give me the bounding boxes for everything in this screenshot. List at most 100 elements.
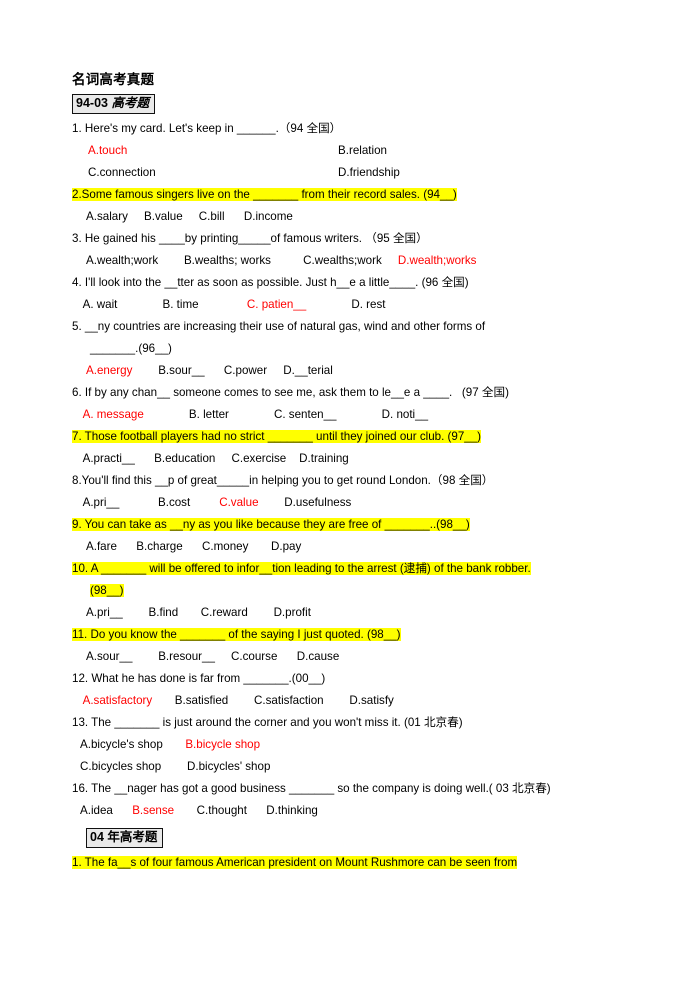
option-q5-d[interactable]: D.__terial <box>283 364 333 377</box>
option-q11-c[interactable]: C.course <box>231 650 277 663</box>
option-q9-b[interactable]: B.charge <box>136 540 182 553</box>
option-q11-d[interactable]: D.cause <box>297 650 340 663</box>
question-stem-q1: 1. Here's my card. Let's keep in ______.… <box>72 122 342 135</box>
option-q1-b[interactable]: B.relation <box>338 144 387 157</box>
option-row-q13-ab: A.bicycle's shop B.bicycle shop <box>72 734 635 756</box>
option-q6-a[interactable]: A. message <box>83 408 144 421</box>
option-q16-c[interactable]: C.thought <box>197 804 247 817</box>
option-q4-b[interactable]: B. time <box>163 298 199 311</box>
option-q13-d[interactable]: D.bicycles' shop <box>187 760 270 773</box>
option-row-q9: A.fare B.charge C.money D.pay <box>72 536 635 558</box>
option-row-q4: A. wait B. time C. patien__ D. rest <box>72 294 635 316</box>
option-q10-b[interactable]: B.find <box>149 606 179 619</box>
option-q3-b[interactable]: B.wealths; works <box>184 254 271 267</box>
option-q3-a[interactable]: A.wealth;work <box>86 254 158 267</box>
option-row-q5: A.energy B.sour__ C.power D.__terial <box>72 360 635 382</box>
document-page: 名词高考真题 94-03 高考题 1. Here's my card. Let'… <box>0 0 695 982</box>
question-stem-q9-text: 9. You can take as __ny as you like beca… <box>72 518 470 531</box>
option-q1-c[interactable]: C.connection <box>88 162 338 184</box>
question-stem-s2q1-text: 1. The fa__s of four famous American pre… <box>72 856 518 869</box>
option-row-q3: A.wealth;work B.wealths; works C.wealths… <box>72 250 635 272</box>
option-q8-c[interactable]: C.value <box>219 496 258 509</box>
option-q4-d[interactable]: D. rest <box>351 298 385 311</box>
option-q2-d[interactable]: D.income <box>244 210 293 223</box>
option-q7-d[interactable]: D.training <box>299 452 349 465</box>
option-row-q11: A.sour__ B.resour__ C.course D.cause <box>72 646 635 668</box>
option-q9-c[interactable]: C.money <box>202 540 248 553</box>
question-stem-q2: 2.Some famous singers live on the ______… <box>72 184 635 206</box>
option-q3-c[interactable]: C.wealths;work <box>303 254 382 267</box>
question-stem-q3: 3. He gained his ____by printing_____of … <box>72 232 428 245</box>
option-q1-a[interactable]: A.touch <box>88 140 338 162</box>
option-row-q16: A.idea B.sense C.thought D.thinking <box>72 800 635 822</box>
option-row-q12: A.satisfactory B.satisfied C.satisfactio… <box>72 690 635 712</box>
question-stem-q13: 13. The _______ is just around the corne… <box>72 716 463 729</box>
question-stem-q7: 7. Those football players had no strict … <box>72 426 635 448</box>
question-stem-q8: 8.You'll find this __p of great_____in h… <box>72 474 494 487</box>
option-row-q6: A. message B. letter C. senten__ D. noti… <box>72 404 635 426</box>
section-header-cn: 高考题 <box>111 96 149 110</box>
option-q7-b[interactable]: B.education <box>154 452 215 465</box>
section-header-94-03: 94-03 高考题 <box>72 94 155 114</box>
section-header-04: 04 年高考题 <box>86 828 164 848</box>
option-q12-b[interactable]: B.satisfied <box>175 694 229 707</box>
question-stem-q6: 6. If by any chan__ someone comes to see… <box>72 386 509 399</box>
question-stem-q16: 16. The __nager has got a good business … <box>72 782 551 795</box>
option-q12-a[interactable]: A.satisfactory <box>83 694 153 707</box>
question-stem-q9: 9. You can take as __ny as you like beca… <box>72 514 635 536</box>
question-stem-q11-text: 11. Do you know the _______ of the sayin… <box>72 628 401 641</box>
option-q2-b[interactable]: B.value <box>144 210 183 223</box>
option-q10-d[interactable]: D.profit <box>274 606 311 619</box>
page-title: 名词高考真题 <box>72 72 155 87</box>
question-stem-q2-text: 2.Some famous singers live on the ______… <box>72 188 457 201</box>
option-q6-b[interactable]: B. letter <box>189 408 229 421</box>
option-q5-b[interactable]: B.sour__ <box>158 364 204 377</box>
option-q8-d[interactable]: D.usefulness <box>284 496 351 509</box>
question-stem-q5-cont: _______.(96__) <box>90 342 172 355</box>
option-q16-b[interactable]: B.sense <box>132 804 174 817</box>
option-row-q10: A.pri__ B.find C.reward D.profit <box>72 602 635 624</box>
option-q8-b[interactable]: B.cost <box>158 496 190 509</box>
option-q9-a[interactable]: A.fare <box>86 540 117 553</box>
option-q6-d[interactable]: D. noti__ <box>382 408 428 421</box>
question-stem-q10-cont: (98__) <box>72 580 635 602</box>
option-q6-c[interactable]: C. senten__ <box>274 408 337 421</box>
option-q12-c[interactable]: C.satisfaction <box>254 694 324 707</box>
option-row-q1-ab: A.touch B.relation <box>72 140 635 162</box>
option-q4-c[interactable]: C. patien__ <box>247 298 306 311</box>
section-header-years: 94-03 <box>76 96 112 110</box>
option-q7-c[interactable]: C.exercise <box>231 452 286 465</box>
option-q3-d[interactable]: D.wealth;works <box>398 254 477 267</box>
question-stem-q5: 5. __ny countries are increasing their u… <box>72 320 486 333</box>
question-stem-q12: 12. What he has done is far from _______… <box>72 672 326 685</box>
question-stem-q7-text: 7. Those football players had no strict … <box>72 430 482 443</box>
question-stem-q11: 11. Do you know the _______ of the sayin… <box>72 624 635 646</box>
option-q16-d[interactable]: D.thinking <box>266 804 318 817</box>
option-q1-d[interactable]: D.friendship <box>338 166 400 179</box>
option-row-q8: A.pri__ B.cost C.value D.usefulness <box>72 492 635 514</box>
option-q11-a[interactable]: A.sour__ <box>86 650 132 663</box>
option-row-q2: A.salary B.value C.bill D.income <box>72 206 635 228</box>
option-q11-b[interactable]: B.resour__ <box>158 650 215 663</box>
option-q5-a[interactable]: A.energy <box>86 364 132 377</box>
question-stem-q4: 4. I'll look into the __tter as soon as … <box>72 276 469 289</box>
option-q8-a[interactable]: A.pri__ <box>83 496 120 509</box>
option-q9-d[interactable]: D.pay <box>271 540 301 553</box>
option-q5-c[interactable]: C.power <box>224 364 267 377</box>
option-q13-c[interactable]: C.bicycles shop <box>80 760 161 773</box>
option-q7-a[interactable]: A.practi__ <box>83 452 135 465</box>
option-q2-c[interactable]: C.bill <box>199 210 225 223</box>
option-q16-a[interactable]: A.idea <box>80 804 113 817</box>
option-q13-b[interactable]: B.bicycle shop <box>185 738 260 751</box>
option-row-q13-cd: C.bicycles shop D.bicycles' shop <box>72 756 635 778</box>
option-q10-c[interactable]: C.reward <box>201 606 248 619</box>
option-row-q1-cd: C.connection D.friendship <box>72 162 635 184</box>
option-q10-a[interactable]: A.pri__ <box>86 606 123 619</box>
option-row-q7: A.practi__ B.education C.exercise D.trai… <box>72 448 635 470</box>
option-q2-a[interactable]: A.salary <box>86 210 128 223</box>
question-stem-q10-cont-text: (98__) <box>90 584 124 597</box>
option-q4-a[interactable]: A. wait <box>83 298 118 311</box>
option-q13-a[interactable]: A.bicycle's shop <box>80 738 163 751</box>
question-stem-q10-text: 10. A _______ will be offered to infor__… <box>72 562 531 575</box>
option-q12-d[interactable]: D.satisfy <box>349 694 393 707</box>
